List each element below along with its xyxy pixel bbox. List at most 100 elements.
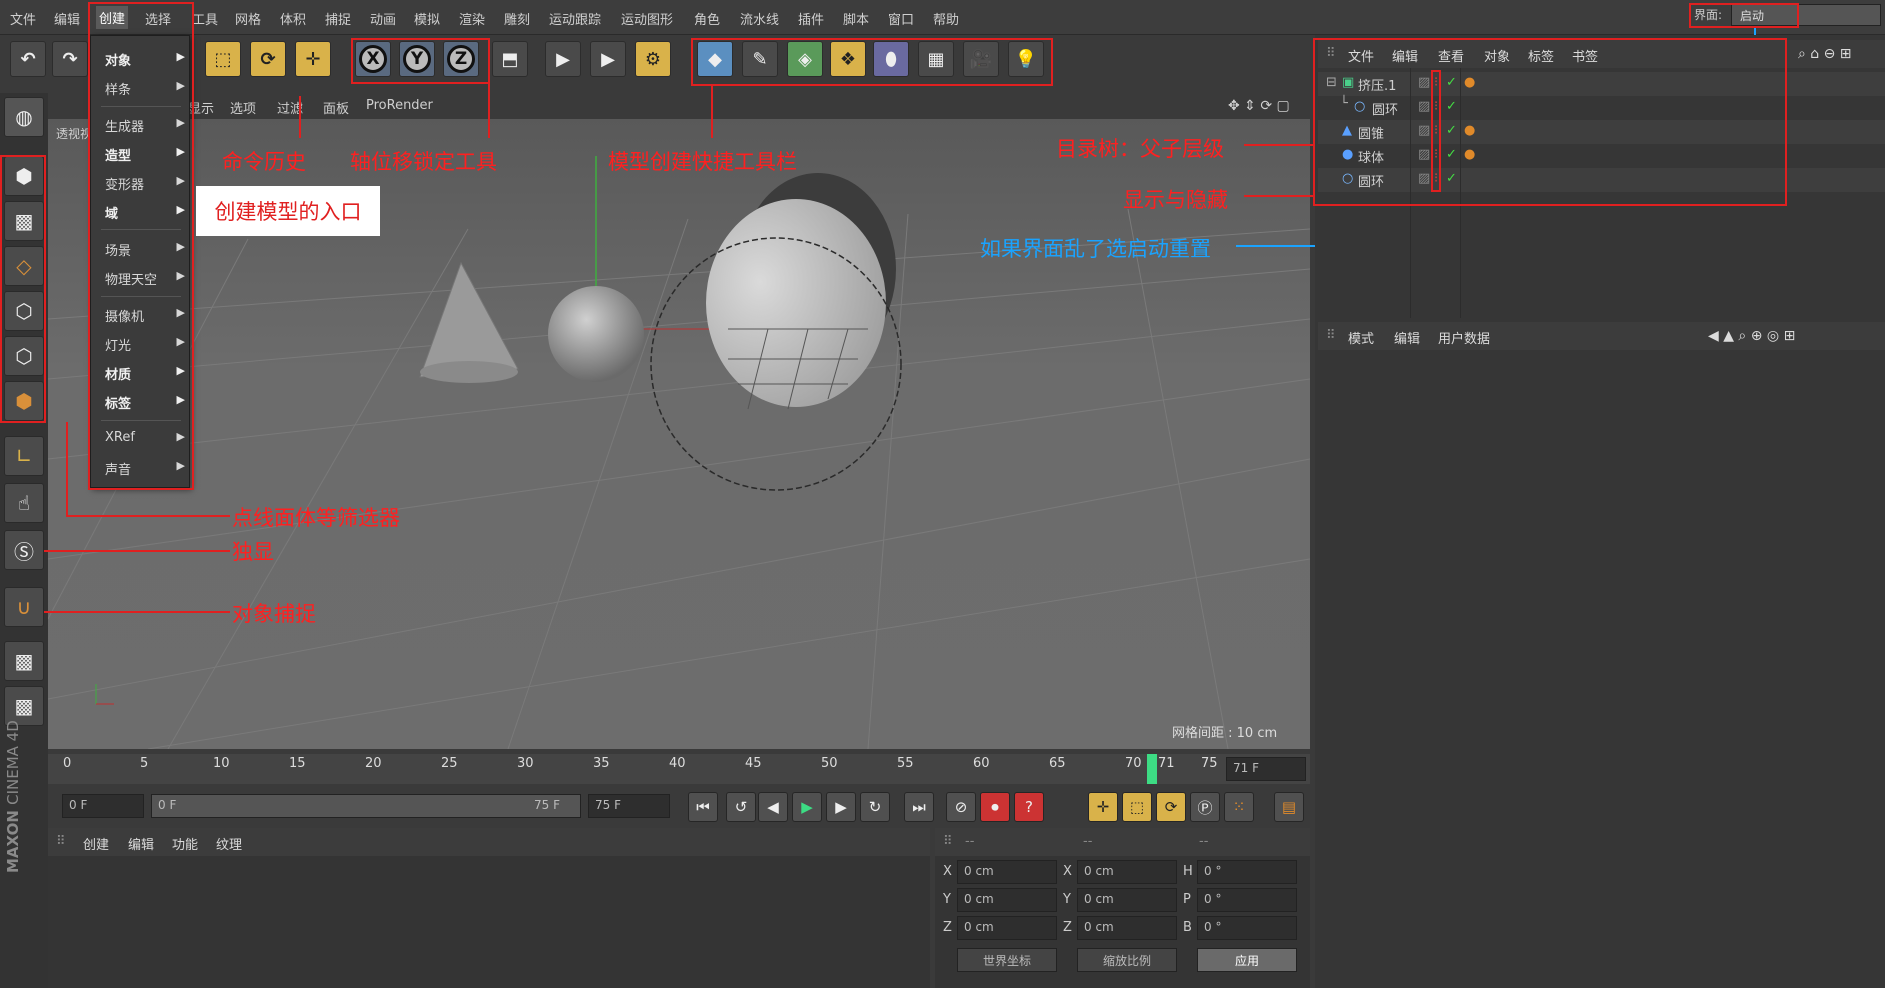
edges-mode-icon[interactable]: ⬡ <box>4 336 44 376</box>
viewport-menu-prorender[interactable]: ProRender <box>366 98 433 113</box>
visibility-dots-icon[interactable]: ⁝ <box>1434 171 1438 186</box>
workplane-mode-icon[interactable]: ◇ <box>4 246 44 286</box>
dd-modeling[interactable]: 造型 ▶ <box>105 145 185 164</box>
enabled-check-icon[interactable]: ✓ <box>1446 171 1457 186</box>
pos-y-field[interactable]: 0 cm <box>957 888 1057 912</box>
tree-row[interactable]: ● 球体 ▨ ⁝ ✓ ● <box>1318 144 1885 168</box>
mat-menu-edit[interactable]: 编辑 <box>128 834 154 853</box>
menu-window[interactable]: 窗口 <box>888 9 914 28</box>
menu-mograph[interactable]: 运动图形 <box>621 9 673 28</box>
menu-character[interactable]: 角色 <box>694 9 720 28</box>
light-icon[interactable]: 💡 <box>1008 41 1044 77</box>
next-frame-icon[interactable]: ▶ <box>826 792 856 822</box>
pen-spline-icon[interactable]: ✎ <box>742 41 778 77</box>
mat-menu-create[interactable]: 创建 <box>83 834 109 853</box>
rot-p-field[interactable]: 0 ° <box>1197 888 1297 912</box>
tag-icon[interactable]: ● <box>1464 147 1475 162</box>
rot-h-field[interactable]: 0 ° <box>1197 860 1297 884</box>
auto-key-icon[interactable]: ⏺ <box>980 792 1010 822</box>
menu-plugins[interactable]: 插件 <box>798 9 824 28</box>
om-menu-view[interactable]: 查看 <box>1438 46 1464 65</box>
subdivision-surface-icon[interactable]: ◈ <box>787 41 823 77</box>
menu-simulate[interactable]: 模拟 <box>414 9 440 28</box>
tree-row[interactable]: ▲ 圆锥 ▨ ⁝ ✓ ● <box>1318 120 1885 144</box>
keyframe-selection-icon[interactable]: ? <box>1014 792 1044 822</box>
snap-magnet-icon[interactable]: ∪ <box>4 587 44 627</box>
visibility-dots-icon[interactable]: ⁝ <box>1434 123 1438 138</box>
bend-deformer-icon[interactable]: ⬮ <box>873 41 909 77</box>
record-keys-icon[interactable]: ⊘ <box>946 792 976 822</box>
polygons-mode-icon[interactable]: ⬢ <box>4 381 44 421</box>
render-picture-viewer-icon[interactable]: ▶ <box>590 41 626 77</box>
end-frame-field[interactable]: 75 F <box>588 794 670 818</box>
dd-camera[interactable]: 摄像机 ▶ <box>105 306 185 325</box>
dd-xref[interactable]: XRef ▶ <box>105 430 185 445</box>
move-tool-icon[interactable]: ✛ <box>295 41 331 77</box>
menu-volume[interactable]: 体积 <box>280 9 306 28</box>
lock-workplane-icon[interactable]: ▩ <box>4 641 44 681</box>
om-menu-edit[interactable]: 编辑 <box>1392 46 1418 65</box>
viewport-menu-panel[interactable]: 面板 <box>323 98 349 117</box>
apply-button[interactable]: 应用 <box>1197 948 1297 972</box>
am-menu-userdata[interactable]: 用户数据 <box>1438 328 1490 347</box>
menu-snap[interactable]: 捕捉 <box>325 9 351 28</box>
viewport-menu-options[interactable]: 选项 <box>230 98 256 117</box>
enabled-check-icon[interactable]: ✓ <box>1446 147 1457 162</box>
dd-object[interactable]: 对象 ▶ <box>105 50 185 69</box>
tree-row[interactable]: ○ 圆环 ▨ ⁝ ✓ <box>1318 168 1885 192</box>
cube-primitive-icon[interactable]: ◆ <box>697 41 733 77</box>
texture-mode-icon[interactable]: ▩ <box>4 201 44 241</box>
goto-end-icon[interactable]: ⏭ <box>904 792 934 822</box>
tag-icon[interactable]: ● <box>1464 75 1475 90</box>
dd-field[interactable]: 域 ▶ <box>105 203 185 222</box>
enabled-check-icon[interactable]: ✓ <box>1446 75 1457 90</box>
range-slider[interactable]: 0 F 75 F <box>151 794 581 818</box>
dd-material[interactable]: 材质 ▶ <box>105 364 185 383</box>
menu-render[interactable]: 渲染 <box>459 9 485 28</box>
menu-sculpt[interactable]: 雕刻 <box>504 9 530 28</box>
key-parameter-icon[interactable]: Ⓟ <box>1190 792 1220 822</box>
interface-select[interactable]: 启动 <box>1731 4 1881 26</box>
key-scale-icon[interactable]: ⬚ <box>1122 792 1152 822</box>
make-editable-icon[interactable]: ◍ <box>4 97 44 137</box>
render-settings-icon[interactable]: ⚙ <box>635 41 671 77</box>
menu-help[interactable]: 帮助 <box>933 9 959 28</box>
model-mode-icon[interactable]: ⬢ <box>4 156 44 196</box>
camera-icon[interactable]: 🎥 <box>963 41 999 77</box>
menu-script[interactable]: 脚本 <box>843 9 869 28</box>
menu-animate[interactable]: 动画 <box>370 9 396 28</box>
visibility-dots-icon[interactable]: ⁝ <box>1434 99 1438 114</box>
visibility-dots-icon[interactable]: ⁝ <box>1434 147 1438 162</box>
tag-icon[interactable]: ● <box>1464 123 1475 138</box>
timeline[interactable]: 0 5 10 15 20 25 30 35 40 45 50 55 60 65 … <box>48 754 1310 784</box>
dd-scene[interactable]: 场景 ▶ <box>105 240 185 259</box>
dd-deformer[interactable]: 变形器 ▶ <box>105 174 185 193</box>
visibility-dots-icon[interactable]: ⁝ <box>1434 75 1438 90</box>
mat-menu-texture[interactable]: 纹理 <box>216 834 242 853</box>
om-menu-bookmark[interactable]: 书签 <box>1572 46 1598 65</box>
dd-physical-sky[interactable]: 物理天空 ▶ <box>105 269 185 288</box>
am-nav-icons[interactable]: ◀ ▲ ⌕ ⊕ ◎ ⊞ <box>1708 328 1795 344</box>
render-view-icon[interactable]: ▶ <box>545 41 581 77</box>
pos-x-field[interactable]: 0 cm <box>957 860 1057 884</box>
coordinate-system-icon[interactable]: ⬒ <box>492 41 528 77</box>
y-axis-lock-button[interactable]: Y <box>399 41 435 77</box>
scale-tool-icon[interactable]: ⬚ <box>205 41 241 77</box>
menu-select[interactable]: 选择 <box>145 9 171 28</box>
menu-create[interactable]: 创建 <box>96 6 129 29</box>
prev-frame-icon[interactable]: ◀ <box>758 792 788 822</box>
am-menu-edit[interactable]: 编辑 <box>1394 328 1420 347</box>
menu-motion-tracking[interactable]: 运动跟踪 <box>549 9 601 28</box>
key-pla-icon[interactable]: ⁙ <box>1224 792 1254 822</box>
om-menu-file[interactable]: 文件 <box>1348 46 1374 65</box>
enabled-check-icon[interactable]: ✓ <box>1446 99 1457 114</box>
size-x-field[interactable]: 0 cm <box>1077 860 1177 884</box>
collapse-icon[interactable]: ⊟ <box>1326 75 1337 90</box>
tree-row[interactable]: └ ○ 圆环 ▨ ⁝ ✓ <box>1318 96 1885 120</box>
key-rotation-icon[interactable]: ⟳ <box>1156 792 1186 822</box>
size-z-field[interactable]: 0 cm <box>1077 916 1177 940</box>
current-frame-field[interactable]: 71 F <box>1226 757 1306 781</box>
x-axis-lock-button[interactable]: X <box>355 41 391 77</box>
menu-pipeline[interactable]: 流水线 <box>740 9 779 28</box>
timeline-window-icon[interactable]: ▤ <box>1274 792 1304 822</box>
